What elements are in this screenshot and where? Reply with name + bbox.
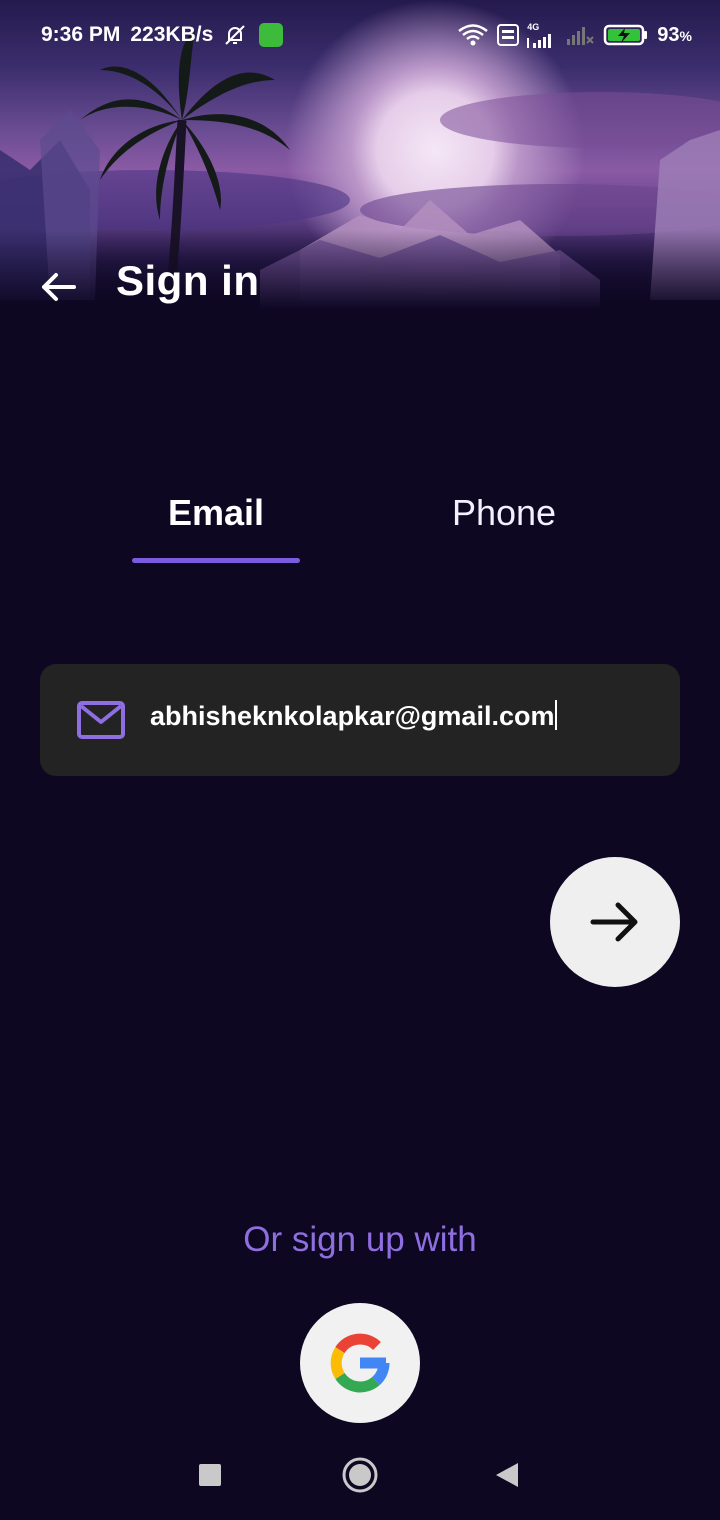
email-input[interactable]: abhisheknkolapkar@gmail.com	[150, 700, 558, 732]
battery-charging-icon	[604, 24, 648, 46]
mail-icon	[77, 701, 125, 739]
auth-method-tabs: Email Phone	[0, 480, 720, 570]
tab-email[interactable]: Email	[132, 492, 300, 562]
arrow-right-icon	[590, 902, 638, 942]
signal-icon	[527, 33, 552, 48]
recents-button[interactable]	[185, 1450, 235, 1500]
next-button[interactable]	[550, 857, 680, 987]
home-button[interactable]	[335, 1450, 385, 1500]
mute-icon	[225, 25, 245, 45]
home-circle-icon	[342, 1457, 378, 1493]
network-type-label: 4G	[527, 21, 540, 32]
battery-level: 93	[657, 23, 680, 46]
app-notification-icon	[259, 23, 284, 47]
status-network-speed: 223KB/s	[130, 23, 214, 46]
status-right: 4G 93%	[457, 21, 692, 48]
system-navigation-bar	[0, 1430, 720, 1520]
mobile-signal-group: 4G	[527, 21, 557, 48]
status-time: 9:36 PM	[41, 23, 121, 46]
app-bar: Sign in	[0, 245, 720, 325]
status-bar: 9:36 PM 223KB/s 4G 93%	[0, 0, 720, 70]
wifi-icon	[458, 24, 489, 46]
google-icon	[330, 1333, 390, 1393]
signup-prompt: Or sign up with	[243, 1220, 477, 1259]
arrow-left-icon	[42, 273, 76, 301]
text-cursor	[555, 700, 558, 730]
email-input-value: abhisheknkolapkar@gmail.com	[150, 701, 555, 731]
selected-tab-indicator	[132, 558, 300, 563]
back-button[interactable]	[34, 263, 82, 311]
volte-icon	[497, 24, 520, 46]
battery-unit: %	[679, 27, 692, 44]
back-triangle-icon	[496, 1463, 518, 1487]
recents-square-icon	[199, 1464, 221, 1486]
email-field[interactable]: abhisheknkolapkar@gmail.com	[40, 664, 680, 776]
google-signup-button[interactable]	[300, 1303, 420, 1423]
battery-percentage: 93%	[657, 24, 692, 47]
nav-back-button[interactable]	[482, 1450, 532, 1500]
tab-phone[interactable]: Phone	[420, 492, 588, 562]
page-title: Sign in	[116, 257, 260, 304]
status-left: 9:36 PM 223KB/s	[41, 23, 284, 47]
signal-empty-icon	[567, 27, 595, 45]
